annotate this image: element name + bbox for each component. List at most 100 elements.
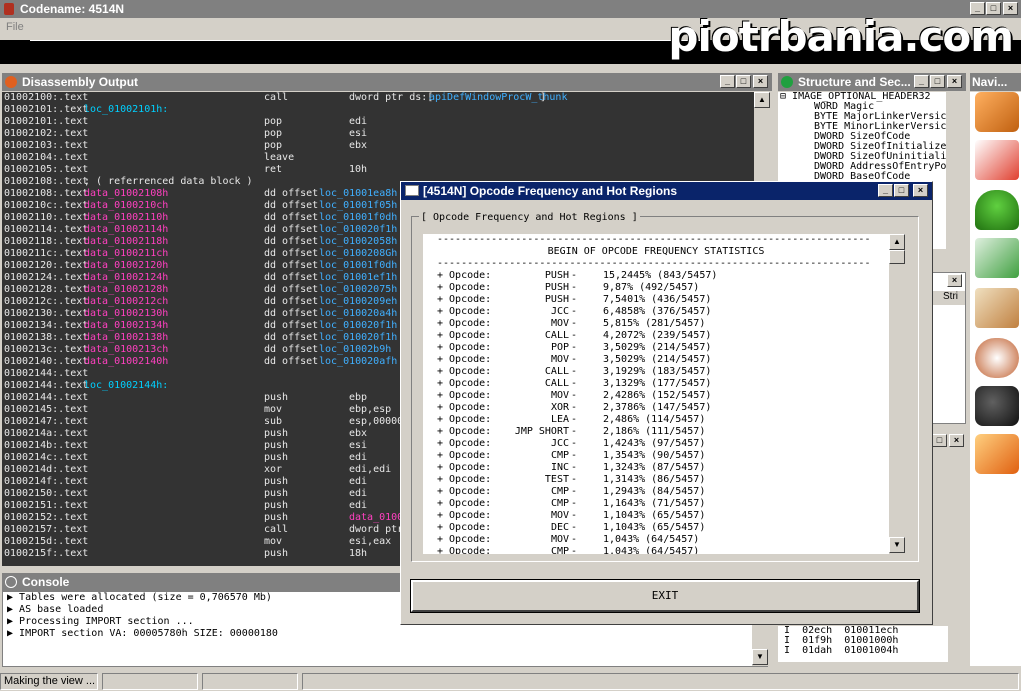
pen-icon[interactable]	[975, 140, 1019, 180]
opcode-stats-text[interactable]: ----------------------------------------…	[423, 234, 889, 554]
book-icon[interactable]	[975, 288, 1019, 328]
dice-icon[interactable]	[975, 386, 1019, 426]
disassembly-row[interactable]: 01002101:.text loc_01002101h:	[2, 104, 754, 116]
row-mnemonic: pop	[264, 140, 283, 151]
stats-opcode: JCC	[550, 306, 569, 317]
list-item[interactable]: I 01dah 01001004h	[778, 646, 948, 656]
row-mnemonic: dd offset	[264, 200, 319, 211]
row-operand: edi,edi	[349, 464, 392, 475]
row-mnemonic: pop	[264, 128, 283, 139]
dialog-minimize-button[interactable]: _	[878, 184, 893, 197]
stats-opcode: CMP	[550, 450, 569, 461]
stats-row: + Opcode: PUSH - 7,5401% (436/5457)	[423, 294, 889, 306]
cow-icon[interactable]	[975, 338, 1019, 378]
stats-prefix: + Opcode:	[437, 318, 492, 329]
imports-scrollbar[interactable]	[948, 450, 964, 654]
row-address: 0100213c:.text	[4, 344, 89, 355]
structure-minimize-button[interactable]: _	[914, 75, 929, 88]
notepad-icon[interactable]	[975, 238, 1019, 278]
bread-icon[interactable]	[975, 92, 1019, 132]
stats-separator: -	[571, 486, 578, 497]
row-address: 01002151:.text	[4, 500, 89, 511]
disassembly-row[interactable]: 01002101:.text pop edi	[2, 116, 754, 128]
row-mnemonic: dd offset	[264, 308, 319, 319]
row-address: 01002145:.text	[4, 404, 89, 415]
stats-prefix: + Opcode:	[437, 546, 492, 554]
disassembly-minimize-button[interactable]: _	[720, 75, 735, 88]
row-mnemonic: dd offset	[264, 296, 319, 307]
scroll-down-icon[interactable]: ▼	[889, 537, 905, 553]
structure-scrollbar[interactable]	[947, 92, 963, 249]
scroll-up-icon[interactable]: ▲	[754, 92, 770, 108]
row-mnemonic: dd offset	[264, 212, 319, 223]
stats-opcode: LEA	[550, 414, 569, 425]
dialog-close-button[interactable]: ×	[913, 184, 928, 197]
status-cell	[102, 673, 198, 690]
imports-list[interactable]: I 02ech 010011ech I 01f9h 01001000h I 01…	[778, 626, 948, 662]
disassembly-row[interactable]: 01002104:.text leave	[2, 152, 754, 164]
stats-percentage: 1,4243% (97/5457)	[603, 438, 706, 449]
stats-percentage: 3,5029% (214/5457)	[603, 354, 712, 365]
strings-close-button[interactable]: ×	[947, 274, 962, 287]
row-address: 01002144:.text	[4, 392, 89, 403]
stats-percentage: 2,186% (111/5457)	[603, 426, 706, 437]
stats-prefix: + Opcode:	[437, 378, 492, 389]
stats-separator: -	[571, 450, 578, 461]
row-operand: loc_01001ea8h	[319, 188, 398, 199]
row-mnemonic: push	[264, 440, 289, 451]
stats-prefix: + Opcode:	[437, 342, 492, 353]
stats-separator: -	[571, 462, 578, 473]
stats-percentage: 6,4858% (376/5457)	[603, 306, 712, 317]
strings-column-header[interactable]: Stri	[933, 291, 965, 305]
imports-maximize-button[interactable]: □	[932, 434, 947, 447]
stats-separator: -	[571, 354, 578, 365]
tree-icon[interactable]	[975, 190, 1019, 230]
disassembly-maximize-button[interactable]: □	[736, 75, 751, 88]
stats-rule: ----------------------------------------…	[437, 234, 871, 245]
row-mnemonic: push	[264, 476, 289, 487]
row-operand: loc_0100209eh	[319, 296, 398, 307]
toolbox-icon[interactable]	[975, 434, 1019, 474]
row-mnemonic: sub	[264, 416, 283, 427]
disassembly-row[interactable]: 01002100:.text call dword ptr ds:[apiDefWi…	[2, 92, 754, 104]
menu-file[interactable]: File	[6, 21, 24, 33]
scroll-up-icon[interactable]: ▲	[889, 234, 905, 250]
stats-separator: -	[571, 546, 578, 554]
row-operand: esi	[349, 128, 368, 139]
row-address: 0100214d:.text	[4, 464, 89, 475]
stats-scrollbar[interactable]: ▲ ▼	[889, 234, 906, 554]
row-address: 0100212c:.text	[4, 296, 89, 307]
scroll-down-icon[interactable]: ▼	[752, 649, 768, 665]
exit-button[interactable]: EXIT	[410, 579, 920, 613]
structure-close-button[interactable]: ×	[947, 75, 962, 88]
stats-opcode: MOV	[550, 354, 569, 365]
stats-row: + Opcode: PUSH - 15,2445% (843/5457)	[423, 270, 889, 282]
disassembly-row[interactable]: 01002102:.text pop esi	[2, 128, 754, 140]
row-address: 01002124:.text	[4, 272, 89, 283]
stats-row: + Opcode: CMP - 1,043% (64/5457)	[423, 546, 889, 554]
brand-watermark: piotrbania.com	[668, 12, 1014, 61]
tree-expander-icon[interactable]: ⊟	[780, 92, 792, 102]
disassembly-row[interactable]: 01002105:.text ret 10h	[2, 164, 754, 176]
row-mnemonic: dd offset	[264, 332, 319, 343]
dialog-maximize-button[interactable]: □	[894, 184, 909, 197]
stats-percentage: 2,486% (114/5457)	[603, 414, 706, 425]
row-mnemonic: dd offset	[264, 284, 319, 295]
row-operand: loc_01001f05h	[319, 200, 398, 211]
imports-close-button[interactable]: ×	[949, 434, 964, 447]
row-address: 01002102:.text	[4, 128, 89, 139]
stats-separator: -	[571, 522, 578, 533]
row-operand: ebp	[349, 392, 368, 403]
row-mnemonic: dd offset	[264, 344, 319, 355]
row-operand: loc_01002075h	[319, 284, 398, 295]
stats-separator: -	[571, 414, 578, 425]
row-operand: loc_010020f1h	[319, 224, 398, 235]
scroll-thumb[interactable]	[889, 250, 905, 264]
disassembly-close-button[interactable]: ×	[753, 75, 768, 88]
row-operand: edi	[349, 500, 368, 511]
structure-maximize-button[interactable]: □	[930, 75, 945, 88]
disassembly-row[interactable]: 01002103:.text pop ebx	[2, 140, 754, 152]
stats-opcode: CALL	[544, 366, 569, 377]
row-label: data_01002128h	[84, 284, 169, 295]
row-mnemonic: dd offset	[264, 224, 319, 235]
